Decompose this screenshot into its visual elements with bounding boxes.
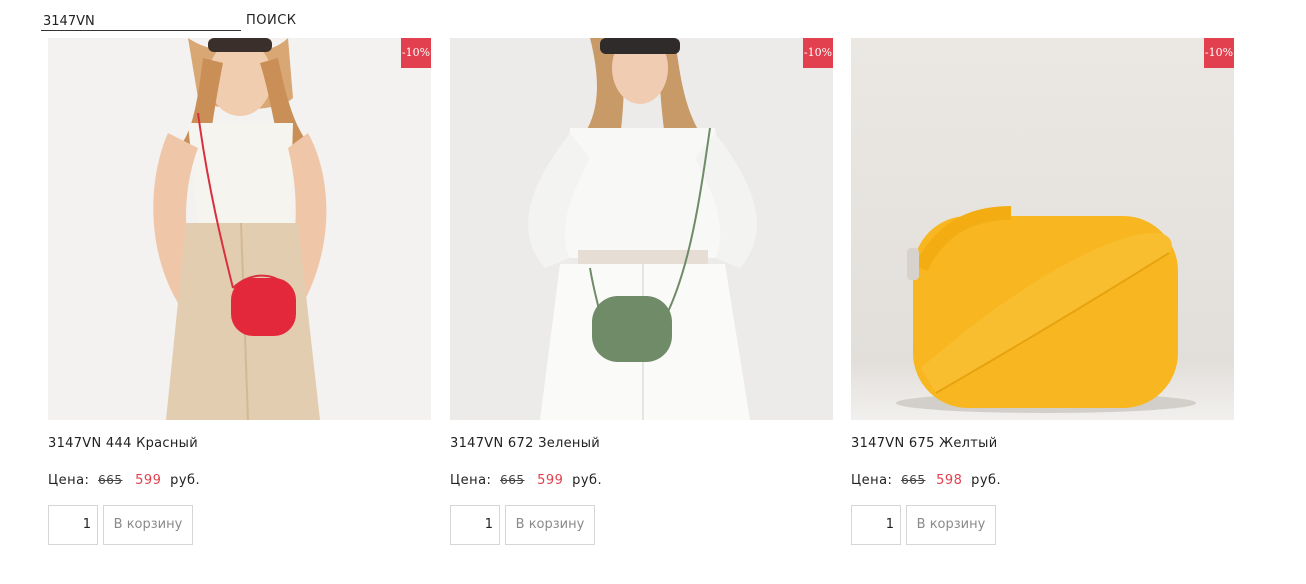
new-price: 599 [537, 473, 564, 488]
new-price: 599 [135, 473, 162, 488]
currency: руб. [572, 473, 603, 488]
search-button[interactable]: ПОИСК [246, 13, 297, 28]
quantity-input[interactable]: 1 [48, 505, 98, 545]
price-line: Цена: 665 598 руб. [851, 473, 1001, 488]
red-bag-shape [231, 278, 296, 336]
discount-badge: -10% [1204, 38, 1234, 68]
product-card: -10% 3147VN 672 Зеленый Цена: 665 599 ру… [450, 38, 833, 545]
product-image[interactable]: -10% [851, 38, 1234, 420]
search-input[interactable] [41, 12, 241, 31]
discount-badge: -10% [803, 38, 833, 68]
product-image[interactable]: -10% [450, 38, 833, 420]
product-image[interactable]: -10% [48, 38, 431, 420]
quantity-input[interactable]: 1 [450, 505, 500, 545]
price-label: Цена: [48, 473, 90, 488]
new-price: 598 [936, 473, 963, 488]
model-red-bag-illustration [48, 38, 431, 420]
currency: руб. [971, 473, 1002, 488]
quantity-input[interactable]: 1 [851, 505, 901, 545]
old-price: 665 [901, 473, 926, 487]
old-price: 665 [500, 473, 525, 487]
currency: руб. [170, 473, 201, 488]
add-to-cart-button[interactable]: В корзину [906, 505, 996, 545]
product-title[interactable]: 3147VN 675 Желтый [851, 436, 997, 451]
price-label: Цена: [450, 473, 492, 488]
green-bag-shape [592, 296, 672, 362]
price-label: Цена: [851, 473, 893, 488]
product-card: -10% 3147VN 675 Желтый Цена: 665 598 руб… [851, 38, 1234, 545]
yellow-bag-illustration [851, 38, 1234, 420]
discount-badge: -10% [401, 38, 431, 68]
add-to-cart-button[interactable]: В корзину [505, 505, 595, 545]
price-line: Цена: 665 599 руб. [450, 473, 602, 488]
price-line: Цена: 665 599 руб. [48, 473, 200, 488]
product-title[interactable]: 3147VN 444 Красный [48, 436, 198, 451]
model-green-bag-illustration [450, 38, 833, 420]
product-title[interactable]: 3147VN 672 Зеленый [450, 436, 600, 451]
product-card: -10% 3147VN 444 Красный Цена: 665 599 ру… [48, 38, 431, 545]
old-price: 665 [98, 473, 123, 487]
add-to-cart-button[interactable]: В корзину [103, 505, 193, 545]
